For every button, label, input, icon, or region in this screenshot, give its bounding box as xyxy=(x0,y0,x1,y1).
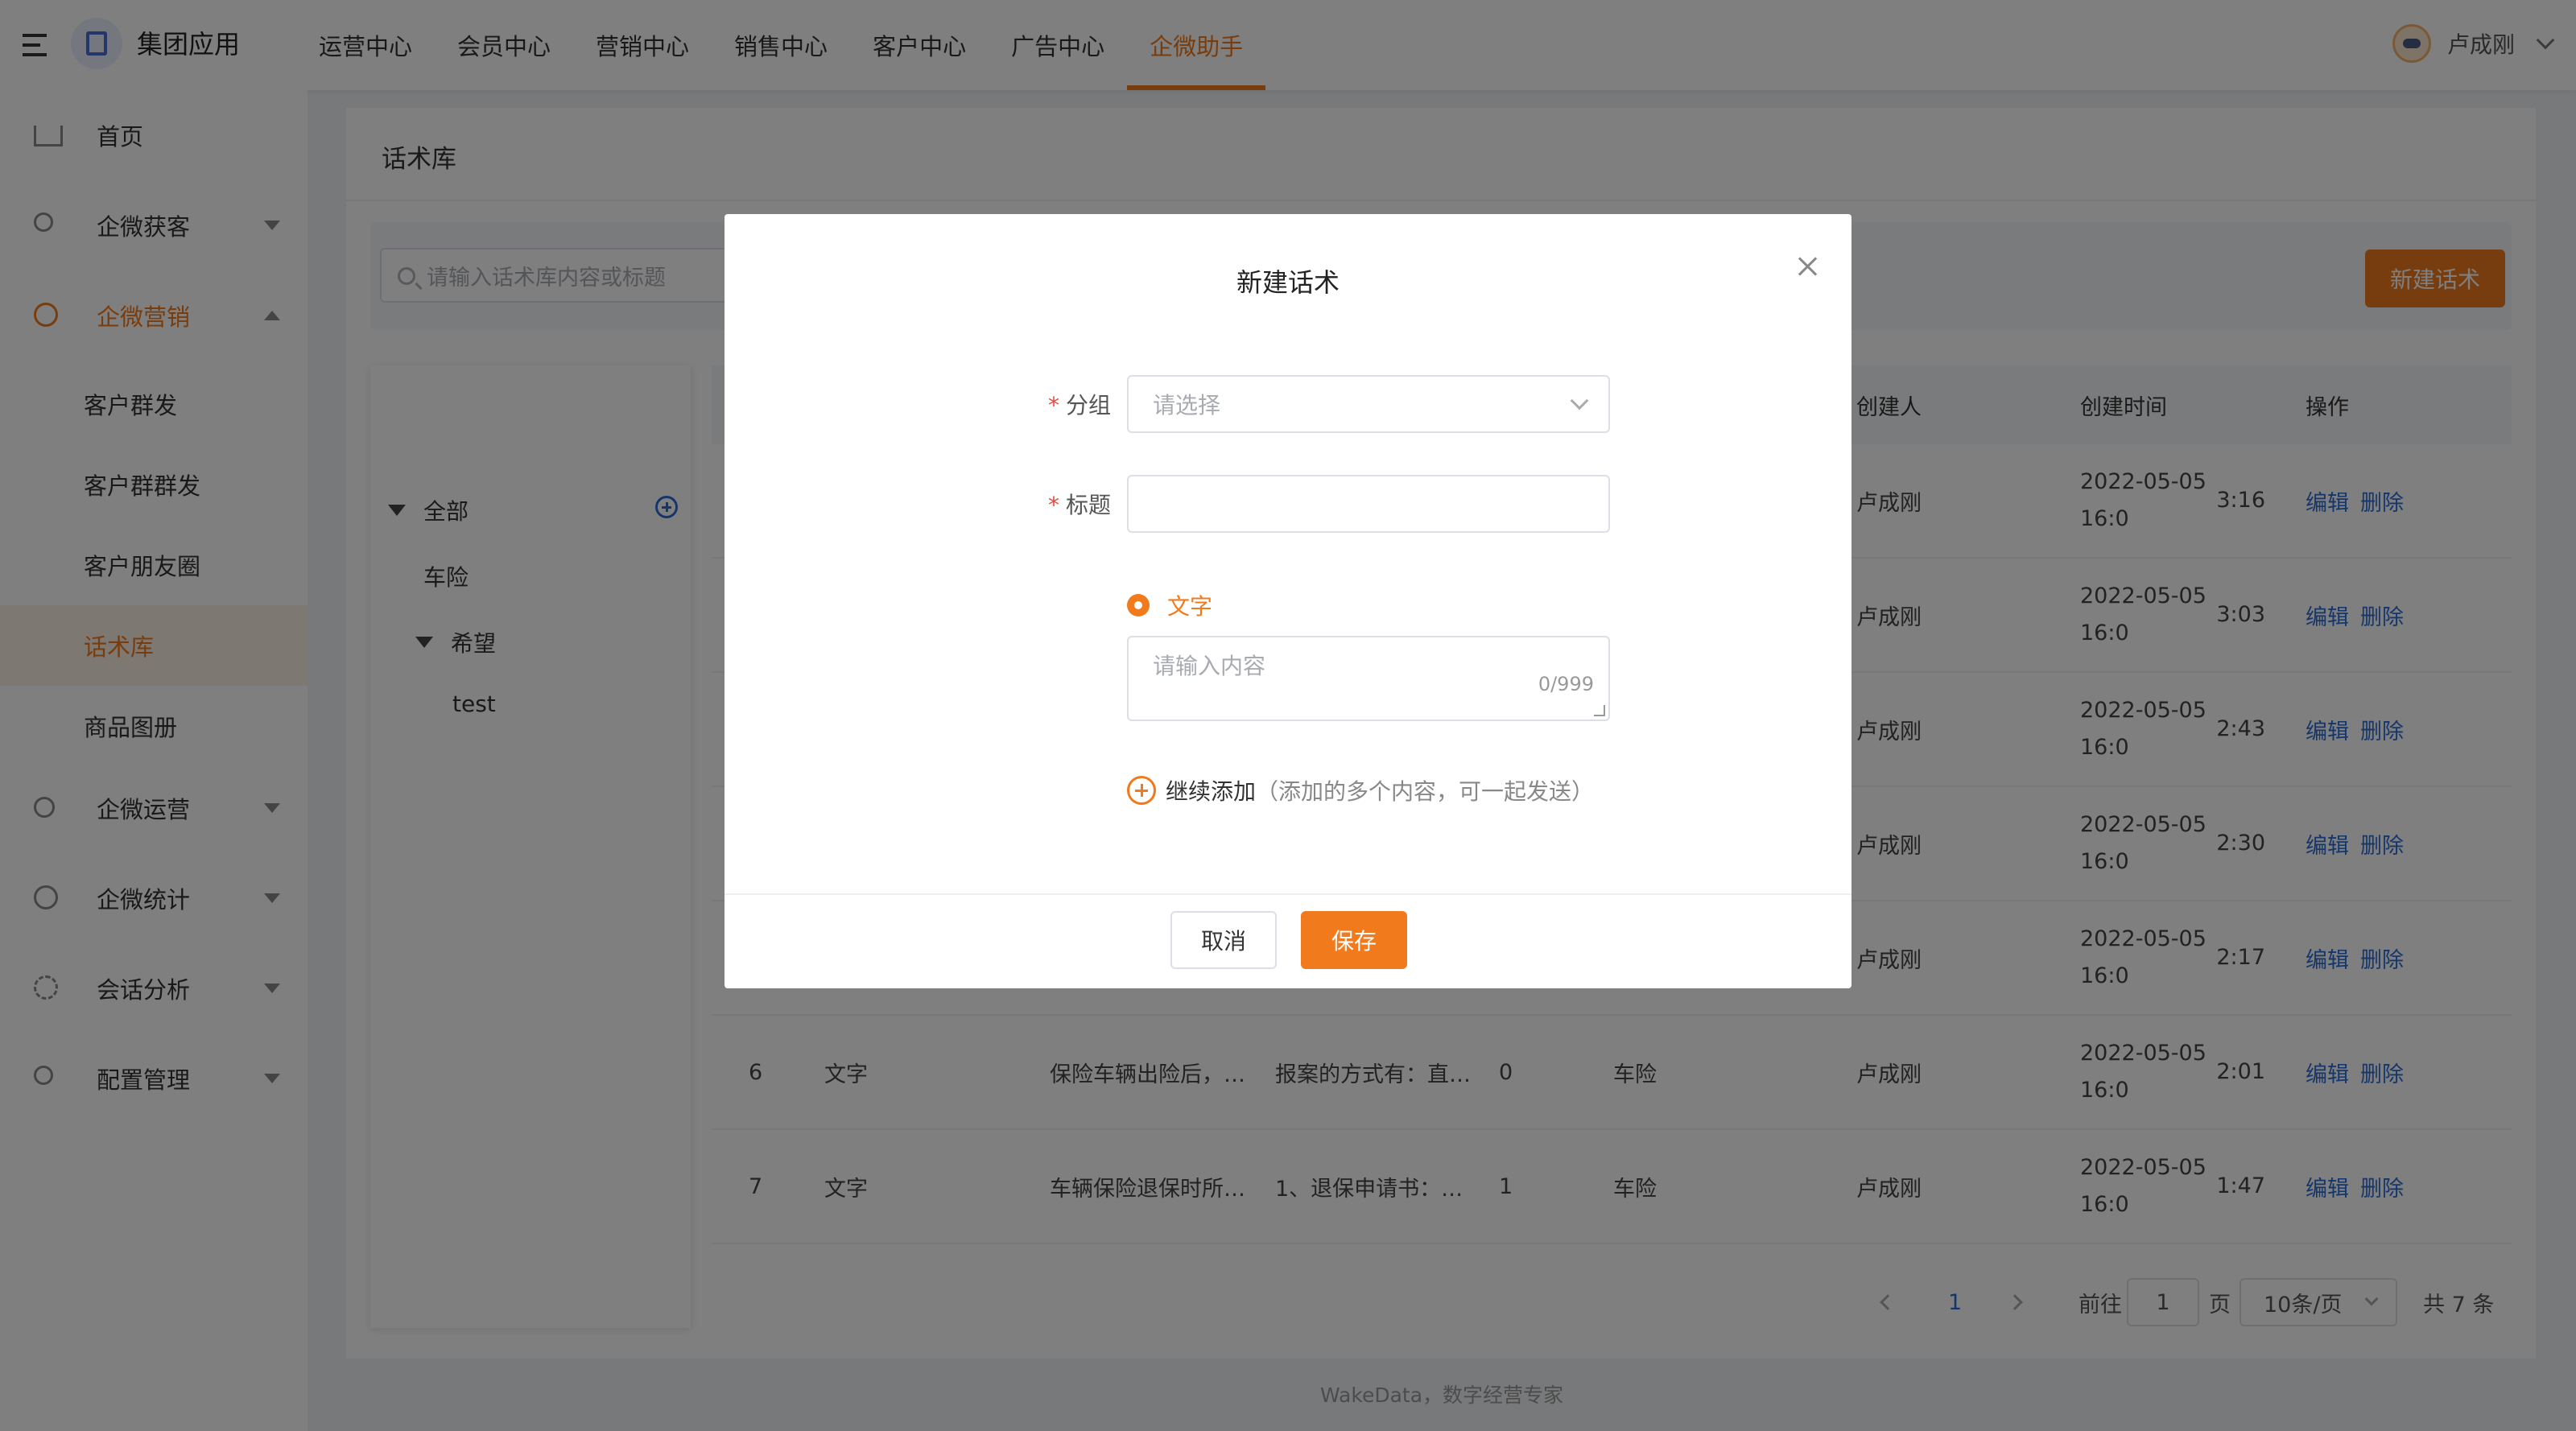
group-placeholder: 请选择 xyxy=(1153,392,1221,419)
save-button[interactable]: 保存 xyxy=(1301,911,1407,969)
divider xyxy=(724,893,1852,895)
dialog-title: 新建话术 xyxy=(1236,267,1340,298)
add-more-hint: （添加的多个内容，可一起发送） xyxy=(1256,778,1595,805)
radio-selected-icon xyxy=(1127,594,1150,617)
content-placeholder: 请输入内容 xyxy=(1153,653,1266,679)
group-select[interactable]: 请选择 xyxy=(1127,375,1610,433)
content-textarea[interactable]: 请输入内容 0/999 xyxy=(1127,636,1610,721)
group-label: * 分组 xyxy=(1047,392,1111,419)
add-more-label: 继续添加 xyxy=(1166,778,1257,805)
close-icon[interactable] xyxy=(1795,254,1819,278)
chevron-down-icon xyxy=(1570,391,1589,410)
plus-circle-icon xyxy=(1127,776,1156,805)
radio-label: 文字 xyxy=(1167,593,1213,620)
resize-handle[interactable] xyxy=(1594,705,1605,716)
text-type-radio[interactable]: 文字 xyxy=(1127,589,1212,621)
title-label: * 标题 xyxy=(1047,492,1111,518)
add-more-button[interactable]: 继续添加 （添加的多个内容，可一起发送） xyxy=(1127,774,1594,806)
new-script-dialog: 新建话术 * 分组 请选择 * 标题 文字 请输入内容 0/999 继续添加 （添加… xyxy=(724,214,1852,988)
char-counter: 0/999 xyxy=(1538,673,1594,695)
cancel-button[interactable]: 取消 xyxy=(1170,911,1277,969)
title-input[interactable] xyxy=(1127,475,1610,533)
